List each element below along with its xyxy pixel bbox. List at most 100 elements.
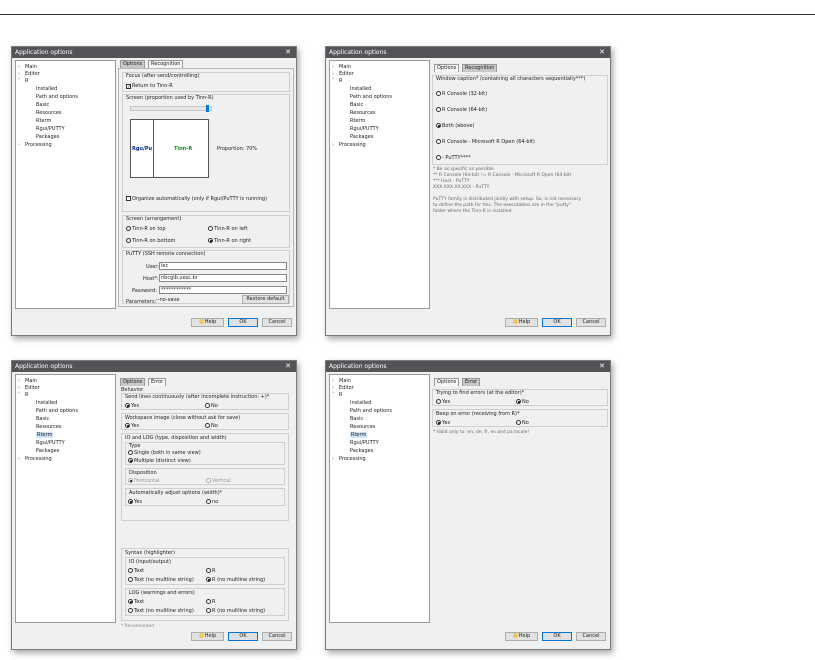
tree-item-r[interactable]: ˅ R [332,392,342,398]
tree-item-resources[interactable]: Resources [36,110,62,116]
radio-trying-no[interactable]: No [516,399,529,405]
tree-item-resources[interactable]: Resources [350,424,376,430]
tree-item-path-options[interactable]: Path and options [350,408,392,414]
help-button[interactable]: Help [505,318,538,327]
tree-item-installed[interactable]: Installed [36,400,57,406]
tree-item-resources[interactable]: Resources [36,424,62,430]
help-button[interactable]: Help [505,632,538,641]
radio-io-r-nomulti[interactable]: R (no multline string) [206,577,265,583]
help-button[interactable]: Help [191,318,224,327]
radio-tinn-top[interactable]: Tinn-R on top [126,226,166,232]
tree-item-packages[interactable]: Packages [350,448,373,454]
radio-io-text[interactable]: Text [128,568,144,574]
tree-item-main[interactable]: › Main [332,64,351,70]
radio-r-console-32[interactable]: R Console (32-bit) [436,91,487,97]
close-icon[interactable]: ✕ [285,48,291,56]
tree-item-installed[interactable]: Installed [350,86,371,92]
radio-log-text[interactable]: Text [128,599,144,605]
tree-item-processing[interactable]: › Processing [332,456,366,462]
radio-beep-yes[interactable]: Yes [436,420,450,426]
tree-item-path-options[interactable]: Path and options [350,94,392,100]
tree-item-basic[interactable]: Basic [350,416,363,422]
radio-workspace-yes[interactable]: Yes [125,423,139,429]
tree-item-rterm[interactable]: Rterm [36,432,54,438]
tree-item-main[interactable]: › Main [332,378,351,384]
tree-item-path-options[interactable]: Path and options [36,408,78,414]
close-icon[interactable]: ✕ [599,48,605,56]
proportion-slider[interactable] [130,105,212,112]
radio-log-r[interactable]: R [206,599,215,605]
tree-item-main[interactable]: › Main [18,378,37,384]
user-input[interactable]: lec [159,262,287,270]
cancel-button[interactable]: Cancel [576,318,606,327]
help-button[interactable]: Help [191,632,224,641]
radio-vertical[interactable]: Vertical [206,478,231,484]
radio-adjust-no[interactable]: no [206,499,218,505]
ok-button[interactable]: OK [542,318,572,327]
tree-item-installed[interactable]: Installed [36,86,57,92]
tree-item-basic[interactable]: Basic [36,416,49,422]
ok-button[interactable]: OK [228,632,258,641]
radio-io-r[interactable]: R [206,568,215,574]
tree-item-packages[interactable]: Packages [36,134,59,140]
tree-item-rgui-putty[interactable]: Rgui/PUTTY [36,440,65,446]
tree-item-r[interactable]: ˅ R [18,392,28,398]
slider-thumb[interactable] [206,105,209,112]
tree-item-editor[interactable]: › Editor [18,385,40,391]
tree-item-editor[interactable]: › Editor [332,385,354,391]
tree-item-resources[interactable]: Resources [350,110,376,116]
radio-tinn-left[interactable]: Tinn-R on left [208,226,247,232]
tree-item-r[interactable]: ˅ R [332,78,342,84]
tree-item-processing[interactable]: › Processing [332,142,366,148]
tree-item-path-options[interactable]: Path and options [36,94,78,100]
radio-r-console-64[interactable]: R Console (64-bit) [436,107,487,113]
tree-item-rgui-putty[interactable]: Rgui/PUTTY [350,126,379,132]
cancel-button[interactable]: Cancel [576,632,606,641]
cancel-button[interactable]: Cancel [262,632,292,641]
cancel-button[interactable]: Cancel [262,318,292,327]
radio-single[interactable]: Single (both in same view) [128,450,201,456]
tree-item-main[interactable]: › Main [18,64,37,70]
radio-log-r-nomulti[interactable]: R (no multline string) [206,608,265,614]
ok-button[interactable]: OK [228,318,258,327]
tree-item-installed[interactable]: Installed [350,400,371,406]
tree-item-rterm[interactable]: Rterm [36,118,51,124]
radio-workspace-no[interactable]: No [205,423,218,429]
radio-adjust-yes[interactable]: Yes [128,499,142,505]
tree-item-processing[interactable]: › Processing [18,142,52,148]
tree-item-rgui-putty[interactable]: Rgui/PUTTY [36,126,65,132]
organize-checkbox[interactable]: Organize automatically (only if Rgui/PuT… [126,196,267,202]
tree-item-rterm[interactable]: Rterm [350,118,365,124]
radio-putty[interactable]: - PuTTY**** [436,155,471,161]
radio-tinn-bottom[interactable]: Tinn-R on bottom [126,238,175,244]
radio-both[interactable]: Both (above) [436,123,474,129]
radio-send-no[interactable]: No [205,403,218,409]
radio-log-text-nomulti[interactable]: Text (no multline string) [128,608,194,614]
tree-item-rterm[interactable]: Rterm [350,432,368,438]
return-to-tinn-checkbox[interactable]: ✓Return to Tinn-R [126,83,173,90]
tree-item-editor[interactable]: › Editor [332,71,354,77]
tree-item-editor[interactable]: › Editor [18,71,40,77]
close-icon[interactable]: ✕ [599,362,605,370]
radio-io-text-nomulti[interactable]: Text (no multline string) [128,577,194,583]
host-input[interactable]: nbcgib.uesc.br [159,274,287,282]
password-input[interactable]: ************ [159,286,287,294]
close-icon[interactable]: ✕ [285,362,291,370]
parameters-value[interactable]: --no-save [156,297,179,303]
radio-horizontal[interactable]: Horizontal [128,478,160,484]
tree-item-processing[interactable]: › Processing [18,456,52,462]
radio-beep-no[interactable]: No [516,420,529,426]
tree-item-basic[interactable]: Basic [36,102,49,108]
tree-item-packages[interactable]: Packages [350,134,373,140]
radio-r-console-mro[interactable]: R Console - Microsoft R Open (64-bit) [436,139,535,145]
ok-button[interactable]: OK [542,632,572,641]
tree-item-packages[interactable]: Packages [36,448,59,454]
tree-item-rgui-putty[interactable]: Rgui/PUTTY [350,440,379,446]
tree-item-basic[interactable]: Basic [350,102,363,108]
radio-tinn-right[interactable]: Tinn-R on right [208,238,251,244]
tree-item-r[interactable]: ˅ R [18,78,28,84]
radio-trying-yes[interactable]: Yes [436,399,450,405]
radio-multiple[interactable]: Multiple (distinct view) [128,458,191,464]
restore-default-button[interactable]: Restore default [242,295,289,304]
radio-send-yes[interactable]: Yes [125,403,139,409]
